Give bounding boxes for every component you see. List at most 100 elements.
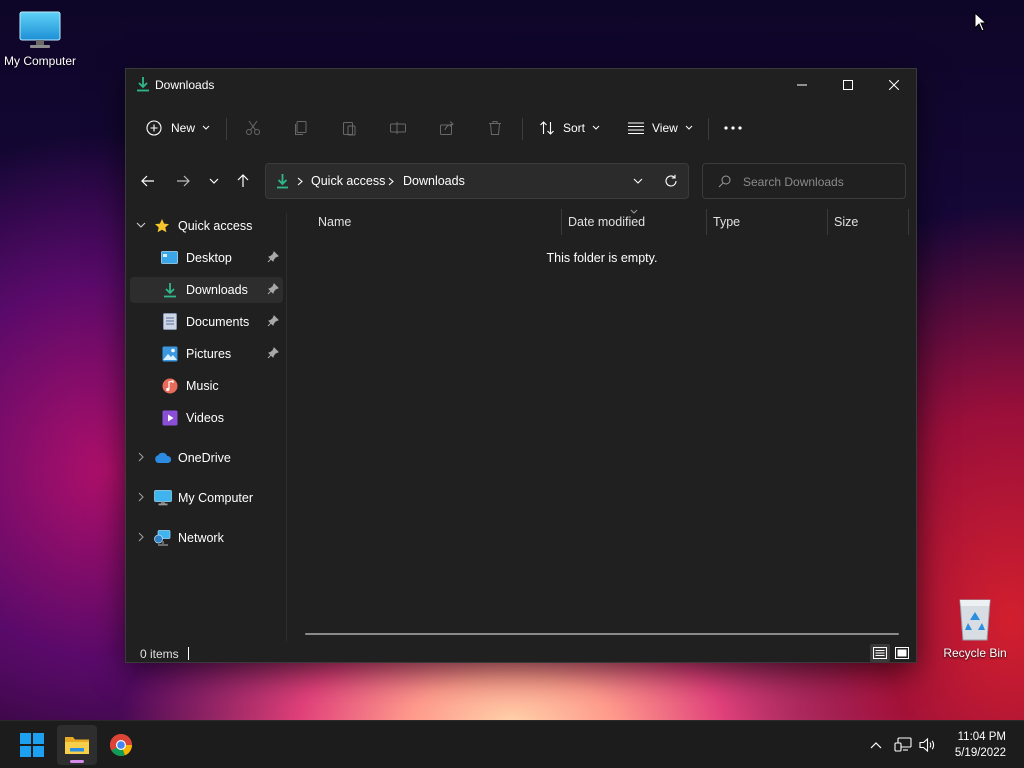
cut-button[interactable] (245, 107, 261, 149)
details-view-icon (873, 647, 887, 659)
sidebar-item-desktop[interactable]: Desktop (130, 245, 283, 271)
refresh-button[interactable] (658, 164, 684, 198)
chevron-down-icon (136, 222, 146, 228)
chevron-right-icon (138, 492, 144, 502)
tiles-view-button[interactable] (892, 644, 912, 662)
taskbar-file-explorer[interactable] (57, 725, 97, 765)
up-button[interactable] (229, 163, 257, 199)
desktop-icon-label: Recycle Bin (943, 646, 1007, 660)
pin-icon (267, 347, 279, 359)
clock-time: 11:04 PM (957, 731, 1006, 743)
file-list[interactable]: Name Date modified Type Size This folder… (287, 209, 917, 639)
clock[interactable]: 11:04 PM 5/19/2022 (955, 729, 1006, 761)
monitor-icon (154, 490, 172, 506)
address-history-button[interactable] (626, 164, 650, 198)
minimize-button[interactable] (779, 69, 825, 101)
sidebar-item-my-computer[interactable]: My Computer (130, 485, 283, 511)
title-bar[interactable]: Downloads (126, 69, 916, 101)
search-input[interactable] (743, 173, 898, 191)
star-icon (155, 219, 169, 233)
sidebar-item-documents[interactable]: Documents (130, 309, 283, 335)
tiles-view-icon (895, 647, 909, 659)
column-header-size[interactable]: Size (834, 215, 858, 229)
sidebar-item-videos[interactable]: Videos (130, 405, 283, 431)
recent-chevron-icon (209, 178, 219, 184)
new-button[interactable]: New (146, 107, 210, 149)
network-status-icon (894, 737, 912, 752)
monitor-icon (19, 11, 61, 48)
sidebar-item-label: Videos (186, 411, 224, 425)
view-label: View (652, 121, 678, 135)
navigation-pane: Quick access Desktop Downloads Documents… (126, 213, 286, 638)
recent-locations-button[interactable] (200, 163, 228, 199)
rename-icon (390, 122, 406, 134)
desktop-folder-icon (161, 251, 178, 264)
close-button[interactable] (871, 69, 917, 101)
pin-icon (267, 251, 279, 263)
start-button[interactable] (12, 725, 52, 765)
sort-button[interactable]: Sort (539, 107, 600, 149)
taskbar-chrome[interactable] (101, 725, 141, 765)
chevron-right-icon (138, 452, 144, 462)
column-header-date-modified[interactable]: Date modified (568, 215, 645, 229)
sidebar-item-downloads[interactable]: Downloads (130, 277, 283, 303)
chrome-icon (110, 734, 133, 757)
volume-button[interactable] (918, 735, 938, 755)
address-bar[interactable]: Quick access Downloads (265, 163, 689, 199)
plus-circle-icon (146, 120, 162, 136)
sidebar-item-label: Documents (186, 315, 250, 329)
maximize-button[interactable] (825, 69, 871, 101)
sidebar-item-label: Desktop (186, 251, 232, 265)
desktop-icon-label: My Computer (3, 54, 77, 68)
delete-button[interactable] (487, 107, 503, 149)
details-view-button[interactable] (870, 644, 890, 662)
sort-label: Sort (563, 121, 586, 135)
horizontal-scrollbar[interactable] (305, 633, 899, 635)
breadcrumb-downloads[interactable]: Downloads (403, 174, 465, 188)
pin-icon (267, 315, 279, 327)
copy-button[interactable] (293, 107, 309, 149)
more-options-button[interactable] (724, 107, 742, 149)
forward-button[interactable] (169, 163, 197, 199)
copy-icon (295, 121, 307, 135)
back-button[interactable] (134, 163, 162, 199)
refresh-icon (665, 174, 677, 187)
cut-icon (246, 120, 260, 135)
desktop-icon-recycle-bin[interactable]: Recycle Bin (935, 596, 1015, 660)
sidebar-item-quick-access[interactable]: Quick access (130, 213, 283, 239)
view-button[interactable]: View (628, 107, 693, 149)
delete-icon (489, 121, 501, 135)
sidebar-item-pictures[interactable]: Pictures (130, 341, 283, 367)
column-separator[interactable] (706, 209, 707, 235)
sidebar-item-onedrive[interactable]: OneDrive (130, 445, 283, 471)
clock-date: 5/19/2022 (954, 747, 1006, 759)
column-header-type[interactable]: Type (713, 215, 740, 229)
sidebar-item-label: My Computer (178, 491, 254, 505)
command-separator (226, 118, 227, 140)
pin-icon (267, 283, 279, 295)
share-button[interactable] (439, 107, 455, 149)
search-box[interactable] (702, 163, 906, 199)
recycle-bin-icon (959, 599, 991, 641)
breadcrumb-quick-access[interactable]: Quick access (311, 174, 385, 188)
column-separator[interactable] (827, 209, 828, 235)
desktop-icon-my-computer[interactable]: My Computer (0, 10, 80, 68)
breadcrumb-chevron-icon (388, 177, 394, 186)
column-separator[interactable] (561, 209, 562, 235)
document-icon (163, 313, 177, 330)
rename-button[interactable] (389, 107, 407, 149)
column-header-name[interactable]: Name (318, 215, 351, 229)
chevron-up-icon (870, 742, 882, 749)
show-hidden-icons-button[interactable] (866, 735, 886, 755)
network-status-button[interactable] (893, 735, 913, 755)
mouse-cursor-icon (974, 11, 988, 35)
sidebar-item-label: Downloads (186, 283, 248, 297)
minimize-icon (797, 84, 807, 86)
status-bar: 0 items (126, 643, 916, 663)
paste-button[interactable] (341, 107, 357, 149)
cloud-icon (155, 452, 172, 463)
sidebar-item-network[interactable]: Network (130, 525, 283, 551)
command-bar: New Sort View (126, 107, 916, 149)
column-separator[interactable] (908, 209, 909, 235)
sidebar-item-music[interactable]: Music (130, 373, 283, 399)
